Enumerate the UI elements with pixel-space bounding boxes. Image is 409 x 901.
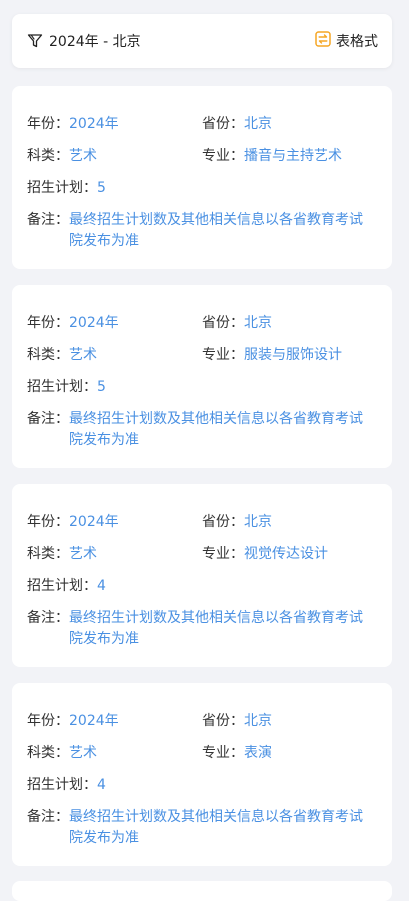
filter-bar: 2024年 - 北京 表格式	[12, 14, 392, 68]
plan-card[interactable]: 年份： 2024年 省份： 北京 科类： 艺术 专业： 表演 招生计划： 4 备注： 最终…	[12, 683, 392, 866]
year-label: 年份：	[27, 116, 69, 132]
table-view-toggle[interactable]: 表格式	[315, 31, 378, 51]
plan-label: 招生计划：	[27, 578, 97, 594]
note-value: 最终招生计划数及其他相关信息以各省教育考试院发布为准	[69, 809, 363, 846]
year-label: 年份：	[27, 514, 69, 530]
filter-label: 2024年 - 北京	[49, 34, 141, 50]
year-value: 2024年	[69, 713, 119, 729]
province-label: 省份：	[202, 116, 244, 132]
major-label: 专业：	[202, 546, 244, 562]
table-view-label: 表格式	[336, 34, 378, 50]
year-value: 2024年	[69, 514, 119, 530]
plan-label: 招生计划：	[27, 180, 97, 196]
province-value: 北京	[244, 116, 272, 132]
note-label: 备注：	[27, 610, 69, 626]
note-label: 备注：	[27, 809, 69, 825]
plan-value: 4	[97, 777, 106, 793]
year-value: 2024年	[69, 116, 119, 132]
major-value: 服装与服饰设计	[244, 347, 342, 363]
major-label: 专业：	[202, 745, 244, 761]
province-value: 北京	[244, 713, 272, 729]
next-plan-card[interactable]	[12, 881, 392, 901]
category-label: 科类：	[27, 347, 69, 363]
plan-value: 5	[97, 379, 106, 395]
major-label: 专业：	[202, 347, 244, 363]
plan-value: 4	[97, 578, 106, 594]
province-label: 省份：	[202, 514, 244, 530]
plan-label: 招生计划：	[27, 379, 97, 395]
enrollment-plan-list: 年份： 2024年 省份： 北京 科类： 艺术 专业： 播音与主持艺术 招生计划： 5 备…	[12, 86, 392, 882]
note-value: 最终招生计划数及其他相关信息以各省教育考试院发布为准	[69, 411, 363, 448]
plan-card[interactable]: 年份： 2024年 省份： 北京 科类： 艺术 专业： 视觉传达设计 招生计划： 4 备注…	[12, 484, 392, 667]
province-label: 省份：	[202, 315, 244, 331]
note-label: 备注：	[27, 212, 69, 228]
province-value: 北京	[244, 514, 272, 530]
category-label: 科类：	[27, 546, 69, 562]
plan-label: 招生计划：	[27, 777, 97, 793]
major-value: 视觉传达设计	[244, 546, 328, 562]
swap-icon	[315, 31, 331, 51]
funnel-icon	[27, 33, 43, 49]
major-value: 播音与主持艺术	[244, 148, 342, 164]
year-label: 年份：	[27, 315, 69, 331]
plan-value: 5	[97, 180, 106, 196]
major-value: 表演	[244, 745, 272, 761]
year-value: 2024年	[69, 315, 119, 331]
category-label: 科类：	[27, 745, 69, 761]
category-label: 科类：	[27, 148, 69, 164]
category-value: 艺术	[69, 148, 97, 164]
note-value: 最终招生计划数及其他相关信息以各省教育考试院发布为准	[69, 610, 363, 647]
note-value: 最终招生计划数及其他相关信息以各省教育考试院发布为准	[69, 212, 363, 249]
category-value: 艺术	[69, 745, 97, 761]
note-label: 备注：	[27, 411, 69, 427]
year-label: 年份：	[27, 713, 69, 729]
category-value: 艺术	[69, 546, 97, 562]
province-value: 北京	[244, 315, 272, 331]
major-label: 专业：	[202, 148, 244, 164]
category-value: 艺术	[69, 347, 97, 363]
filter-button[interactable]: 2024年 - 北京	[27, 31, 141, 51]
province-label: 省份：	[202, 713, 244, 729]
plan-card[interactable]: 年份： 2024年 省份： 北京 科类： 艺术 专业： 服装与服饰设计 招生计划： 5 备…	[12, 285, 392, 468]
plan-card[interactable]: 年份： 2024年 省份： 北京 科类： 艺术 专业： 播音与主持艺术 招生计划： 5 备…	[12, 86, 392, 269]
